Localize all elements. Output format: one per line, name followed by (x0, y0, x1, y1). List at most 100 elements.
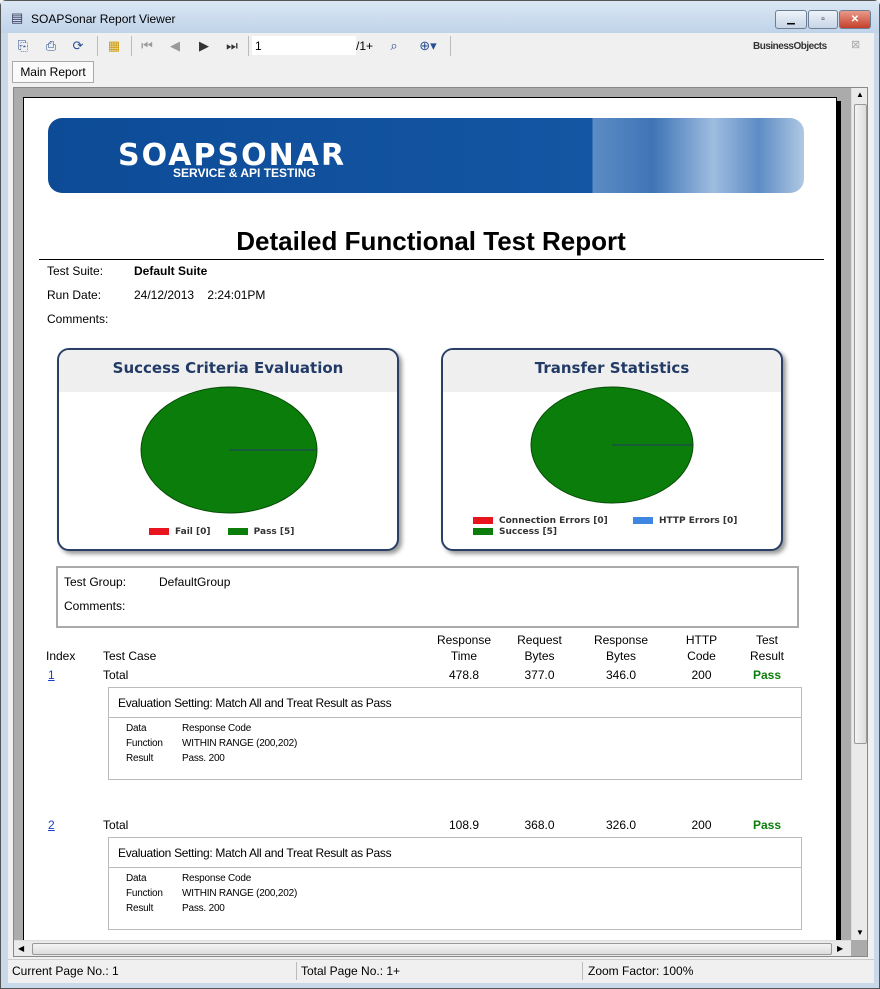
window-title: SOAPSonar Report Viewer (31, 12, 176, 26)
success-criteria-chart: Success Criteria Evaluation Fail [0] Pas… (57, 348, 399, 551)
evaluation-box: Evaluation Setting: Match All and Treat … (108, 837, 802, 930)
status-zoom: Zoom Factor: 100% (588, 964, 694, 978)
col-test-case: Test Case (103, 649, 157, 663)
eval-function: WITHIN RANGE (200,202) (182, 888, 298, 899)
legend-swatch-connection-errors (473, 517, 493, 524)
row-response-bytes: 346.0 (605, 668, 637, 682)
legend-success: Success [5] (499, 527, 557, 537)
test-group-box: Test Group: DefaultGroup Comments: (56, 566, 799, 628)
prev-page-icon[interactable]: ◀ (166, 37, 184, 55)
scroll-up-icon[interactable]: ▲ (856, 90, 864, 99)
row-http-code: 200 (691, 668, 712, 682)
col-http-code: HTTP Code (685, 633, 718, 663)
eval-result: Pass. 200 (182, 753, 225, 764)
eval-result-label: Result (126, 753, 154, 764)
col-response-time: Response Time (436, 633, 492, 663)
vertical-scroll-thumb[interactable] (854, 104, 867, 744)
comments-label: Comments: (47, 312, 109, 326)
tab-main-report[interactable]: Main Report (12, 61, 94, 83)
refresh-icon[interactable]: ⟳ (69, 37, 87, 55)
suite-label: Test Suite: (47, 264, 104, 278)
pie-chart (530, 386, 694, 504)
eval-data-label: Data (126, 873, 147, 884)
status-bar: Current Page No.: 1 Total Page No.: 1+ Z… (8, 959, 874, 981)
print-icon[interactable]: ⎙ (42, 37, 60, 55)
page-number-input[interactable] (252, 36, 356, 55)
evaluation-heading: Evaluation Setting: Match All and Treat … (109, 838, 801, 868)
legend: HTTP Errors [0] (633, 516, 737, 526)
eval-data: Response Code (182, 723, 252, 734)
app-icon: ▤ (11, 10, 24, 25)
eval-data: Response Code (182, 873, 252, 884)
col-test-result: Test Result (749, 633, 784, 663)
run-date-label: Run Date: (47, 288, 102, 302)
toolbar: ⎘ ⎙ ⟳ ▦ ⏮ ◀ ▶ ⏭ /1+ ⌕ ⊕▾ BusinessObjects… (8, 33, 874, 59)
maximize-button[interactable]: ▫ (808, 10, 838, 29)
eval-result: Pass. 200 (182, 903, 225, 914)
legend-swatch-pass (227, 528, 248, 535)
row-result: Pass (752, 818, 782, 832)
scroll-down-icon[interactable]: ▼ (856, 928, 864, 937)
pie-chart (140, 386, 318, 514)
col-response-bytes: Response Bytes (593, 633, 649, 663)
evaluation-box: Evaluation Setting: Match All and Treat … (108, 687, 802, 780)
legend-swatch-http-errors (633, 517, 653, 524)
close-button[interactable]: ✕ (839, 10, 871, 29)
title-divider (39, 259, 824, 260)
vertical-scrollbar[interactable]: ▲ ▼ (851, 88, 867, 940)
client-area: ⎘ ⎙ ⟳ ▦ ⏮ ◀ ▶ ⏭ /1+ ⌕ ⊕▾ BusinessObjects… (8, 33, 874, 983)
scroll-left-icon[interactable]: ◀ (18, 944, 24, 953)
row-response-time: 108.9 (448, 818, 480, 832)
next-page-icon[interactable]: ▶ (195, 37, 213, 55)
first-page-icon[interactable]: ⏮ (138, 37, 156, 55)
horizontal-scrollbar[interactable]: ◀ ▶ (14, 940, 851, 956)
suite-value: Default Suite (134, 264, 208, 278)
window: ▤ SOAPSonar Report Viewer ▁ ▫ ✕ ⎘ ⎙ ⟳ ▦ … (0, 0, 880, 989)
horizontal-scroll-thumb[interactable] (32, 943, 832, 955)
last-page-icon[interactable]: ⏭ (223, 37, 241, 55)
eval-function: WITHIN RANGE (200,202) (182, 738, 298, 749)
transfer-statistics-chart: Transfer Statistics Connection Errors [0… (441, 348, 783, 551)
eval-function-label: Function (126, 888, 163, 899)
minimize-button[interactable]: ▁ (775, 10, 807, 29)
group-value: DefaultGroup (159, 575, 231, 589)
row-index-link[interactable]: 1 (48, 668, 55, 682)
legend-fail: Fail [0] (175, 527, 211, 537)
col-request-bytes: Request Bytes (517, 633, 562, 663)
eval-function-label: Function (126, 738, 163, 749)
find-icon[interactable]: ⌕ (385, 37, 403, 55)
row-test-case: Total (103, 818, 129, 832)
report-title: Detailed Functional Test Report (236, 226, 626, 256)
report-viewer: SOAPSONAR SERVICE & API TESTING Detailed… (13, 87, 868, 957)
row-test-case: Total (103, 668, 129, 682)
row-http-code: 200 (691, 818, 712, 832)
legend-pass: Pass [5] (253, 527, 295, 537)
group-tree-icon[interactable]: ▦ (105, 37, 123, 55)
close-icon[interactable]: ⊠ (851, 38, 860, 51)
export-icon[interactable]: ⎘ (14, 37, 32, 55)
scroll-right-icon[interactable]: ▶ (837, 944, 843, 953)
row-request-bytes: 368.0 (524, 818, 555, 832)
legend: Fail [0] Pass [5] (149, 527, 294, 537)
group-comments-label: Comments: (64, 599, 126, 613)
soapsonar-banner: SOAPSONAR SERVICE & API TESTING (48, 118, 804, 193)
status-current-page: Current Page No.: 1 (12, 964, 119, 978)
row-response-bytes: 326.0 (605, 818, 637, 832)
legend-swatch-success (473, 528, 493, 535)
page-total: /1+ (356, 39, 374, 53)
eval-data-label: Data (126, 723, 147, 734)
eval-result-label: Result (126, 903, 154, 914)
legend: Connection Errors [0] (473, 516, 608, 526)
title-bar: ▤ SOAPSonar Report Viewer ▁ ▫ ✕ (1, 1, 879, 33)
row-index-link[interactable]: 2 (48, 818, 55, 832)
evaluation-heading: Evaluation Setting: Match All and Treat … (109, 688, 801, 718)
run-date-value: 24/12/2013 2:24:01PM (134, 288, 266, 302)
legend: Success [5] (473, 527, 557, 537)
col-index: Index (46, 649, 76, 663)
legend-swatch-fail (149, 528, 169, 535)
status-total-page: Total Page No.: 1+ (301, 964, 401, 978)
legend-connection-errors: Connection Errors [0] (499, 516, 608, 526)
legend-http-errors: HTTP Errors [0] (659, 516, 738, 526)
business-objects-logo: BusinessObjects (753, 41, 827, 52)
zoom-icon[interactable]: ⊕▾ (413, 37, 443, 55)
